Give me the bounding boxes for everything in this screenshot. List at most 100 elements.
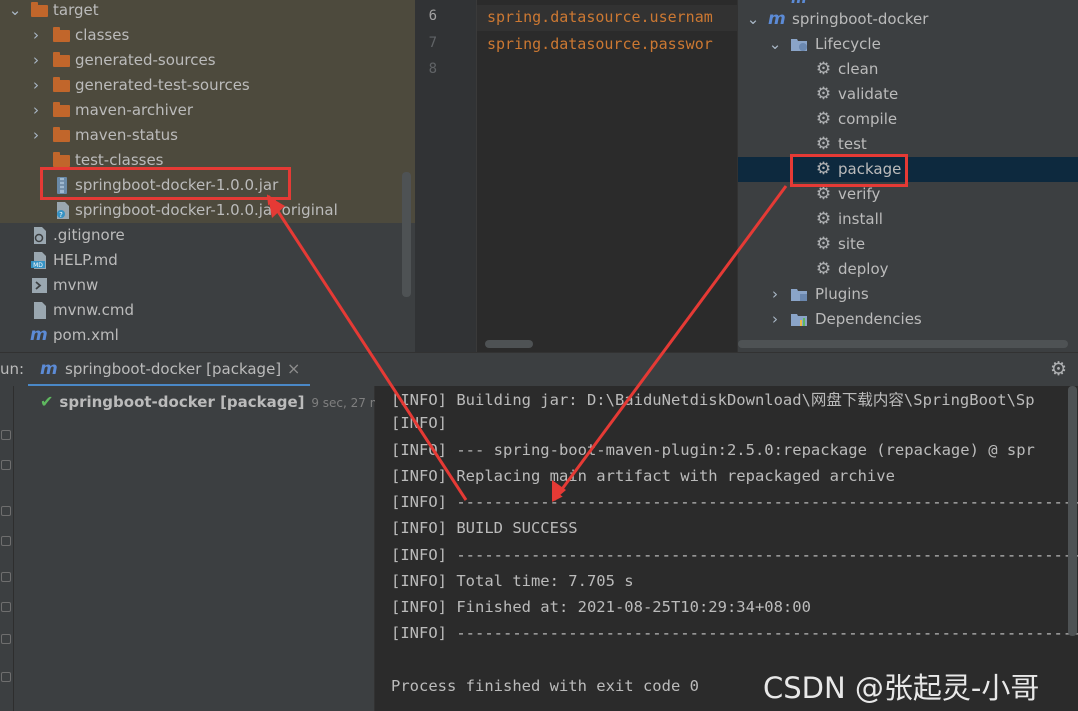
chevron-right-icon[interactable]: ›	[29, 48, 43, 73]
line-number: 8	[428, 61, 437, 77]
maven-goal-clean[interactable]: ⚙ clean	[738, 57, 1078, 82]
maven-goal-test[interactable]: ⚙ test	[738, 132, 1078, 157]
maven-goal-package[interactable]: ⚙ package	[738, 157, 1078, 182]
console-scrollbar[interactable]	[1068, 386, 1077, 636]
tree-item-maven-status[interactable]: › maven-status	[0, 123, 415, 148]
tree-item-target[interactable]: ⌄ target	[0, 0, 415, 23]
folder-icon	[53, 102, 70, 117]
maven-dependencies-label: Dependencies	[815, 310, 922, 328]
gear-icon: ⚙	[815, 184, 832, 204]
gear-icon: ⚙	[815, 134, 832, 154]
tree-item-label: springboot-docker-1.0.0.jar.original	[75, 201, 338, 219]
maven-goal-deploy[interactable]: ⚙ deploy	[738, 257, 1078, 282]
maven-dependencies-node[interactable]: › Dependencies	[738, 307, 1078, 332]
toggle-icon[interactable]	[1, 506, 11, 516]
maven-goal-compile[interactable]: ⚙ compile	[738, 107, 1078, 132]
gear-icon: ⚙	[815, 234, 832, 254]
tree-item-pom-xml[interactable]: m pom.xml	[0, 323, 415, 348]
chevron-right-icon[interactable]: ›	[29, 123, 43, 148]
tree-item-help-md[interactable]: MD HELP.md	[0, 248, 415, 273]
folder-icon	[53, 127, 70, 142]
tree-item-maven-archiver[interactable]: › maven-archiver	[0, 98, 415, 123]
chevron-right-icon[interactable]: ›	[29, 98, 43, 123]
chevron-right-icon[interactable]: ›	[768, 282, 782, 307]
tree-item-label: pom.xml	[53, 326, 119, 344]
code-editor[interactable]: 6 7 8 spring.datasource.usernam spring.d…	[415, 0, 737, 352]
code-line[interactable]: spring.datasource.usernam	[487, 8, 713, 26]
chevron-down-icon[interactable]: ⌄	[746, 7, 760, 32]
run-label: un:	[0, 360, 25, 378]
console-line: [INFO] Total time: 7.705 s	[391, 572, 634, 590]
csdn-watermark: CSDN @张起灵-小哥	[763, 671, 1040, 705]
gear-icon: ⚙	[815, 109, 832, 129]
settings-gear-icon[interactable]: ⚙	[1050, 358, 1067, 380]
tree-item-label: .gitignore	[53, 226, 125, 244]
tree-item-label: maven-archiver	[75, 101, 194, 119]
tree-item-classes[interactable]: › classes	[0, 23, 415, 48]
plugins-folder-icon	[791, 286, 808, 303]
maven-horizontal-scrollbar[interactable]	[738, 340, 1068, 348]
maven-goal-label: deploy	[838, 260, 889, 278]
editor-horizontal-scrollbar[interactable]	[485, 340, 533, 348]
svg-text:MD: MD	[33, 262, 43, 269]
chevron-right-icon[interactable]: ›	[29, 73, 43, 98]
close-icon[interactable]: ×	[287, 359, 300, 378]
console-line: [INFO] Building jar: D:\BaiduNetdiskDown…	[391, 391, 1035, 409]
dependencies-folder-icon	[791, 311, 808, 328]
run-tab[interactable]: m springboot-docker [package] ×	[28, 353, 310, 387]
gear-icon: ⚙	[815, 259, 832, 279]
maven-plugins-label: Plugins	[815, 285, 869, 303]
console-line: [INFO] ---------------------------------…	[391, 546, 1078, 564]
maven-lifecycle-node[interactable]: ⌄ Lifecycle	[738, 32, 1078, 57]
tree-item-mvnw[interactable]: mvnw	[0, 273, 415, 298]
chevron-down-icon[interactable]: ⌄	[8, 0, 22, 23]
maven-project-node[interactable]: ⌄ m springboot-docker	[738, 7, 1078, 32]
tree-item-mvnw-cmd[interactable]: mvnw.cmd	[0, 298, 415, 323]
maven-partial-row: m	[738, 0, 1078, 7]
pin-icon[interactable]	[1, 634, 11, 644]
maven-project-icon: m	[768, 9, 786, 29]
folder-icon	[53, 52, 70, 67]
rerun-icon[interactable]	[1, 430, 11, 440]
tree-item-label: generated-sources	[75, 51, 216, 69]
maven-icon: m	[40, 359, 58, 379]
run-tool-window-header: un: m springboot-docker [package] × ⚙	[0, 352, 1078, 387]
stop-icon[interactable]	[1, 460, 11, 470]
maven-goal-validate[interactable]: ⚙ validate	[738, 82, 1078, 107]
expand-icon[interactable]	[1, 572, 11, 582]
tree-item-label: target	[53, 1, 99, 19]
gear-icon: ⚙	[815, 59, 832, 79]
line-number-gutter	[415, 0, 477, 352]
tree-item-generated-test-sources[interactable]: › generated-test-sources	[0, 73, 415, 98]
tree-item-jar-original[interactable]: ? springboot-docker-1.0.0.jar.original	[0, 198, 415, 223]
folder-icon	[53, 152, 70, 167]
filter-icon[interactable]	[1, 536, 11, 546]
tree-item-label: mvnw.cmd	[53, 301, 135, 319]
console-line: [INFO] Replacing main artifact with repa…	[391, 467, 895, 485]
chevron-down-icon[interactable]: ⌄	[768, 32, 782, 57]
maven-goal-verify[interactable]: ⚙ verify	[738, 182, 1078, 207]
tree-item-gitignore[interactable]: .gitignore	[0, 223, 415, 248]
more-icon[interactable]	[1, 672, 11, 682]
maven-plugins-node[interactable]: › Plugins	[738, 282, 1078, 307]
terminal-file-icon	[31, 277, 48, 294]
maven-goal-label: validate	[838, 85, 899, 103]
file-icon	[32, 302, 49, 319]
chevron-right-icon[interactable]: ›	[29, 23, 43, 48]
run-tree-item[interactable]: ✔ springboot-docker [package] 9 sec, 27 m…	[40, 389, 388, 414]
tree-scrollbar[interactable]	[402, 172, 411, 297]
console-line: [INFO] BUILD SUCCESS	[391, 519, 578, 537]
maven-lifecycle-label: Lifecycle	[815, 35, 881, 53]
tree-item-generated-sources[interactable]: › generated-sources	[0, 48, 415, 73]
console-line: [INFO] Finished at: 2021-08-25T10:29:34+…	[391, 598, 811, 616]
chevron-right-icon[interactable]: ›	[768, 307, 782, 332]
line-number: 7	[428, 35, 437, 51]
code-line[interactable]: spring.datasource.passwor	[487, 35, 713, 53]
console-line: [INFO] ---------------------------------…	[391, 624, 1078, 642]
maven-goal-install[interactable]: ⚙ install	[738, 207, 1078, 232]
collapse-icon[interactable]	[1, 602, 11, 612]
tree-item-label: classes	[75, 26, 130, 44]
maven-goal-site[interactable]: ⚙ site	[738, 232, 1078, 257]
console-output[interactable]: [INFO] Building jar: D:\BaiduNetdiskDown…	[375, 386, 1078, 711]
folder-icon	[53, 27, 70, 42]
